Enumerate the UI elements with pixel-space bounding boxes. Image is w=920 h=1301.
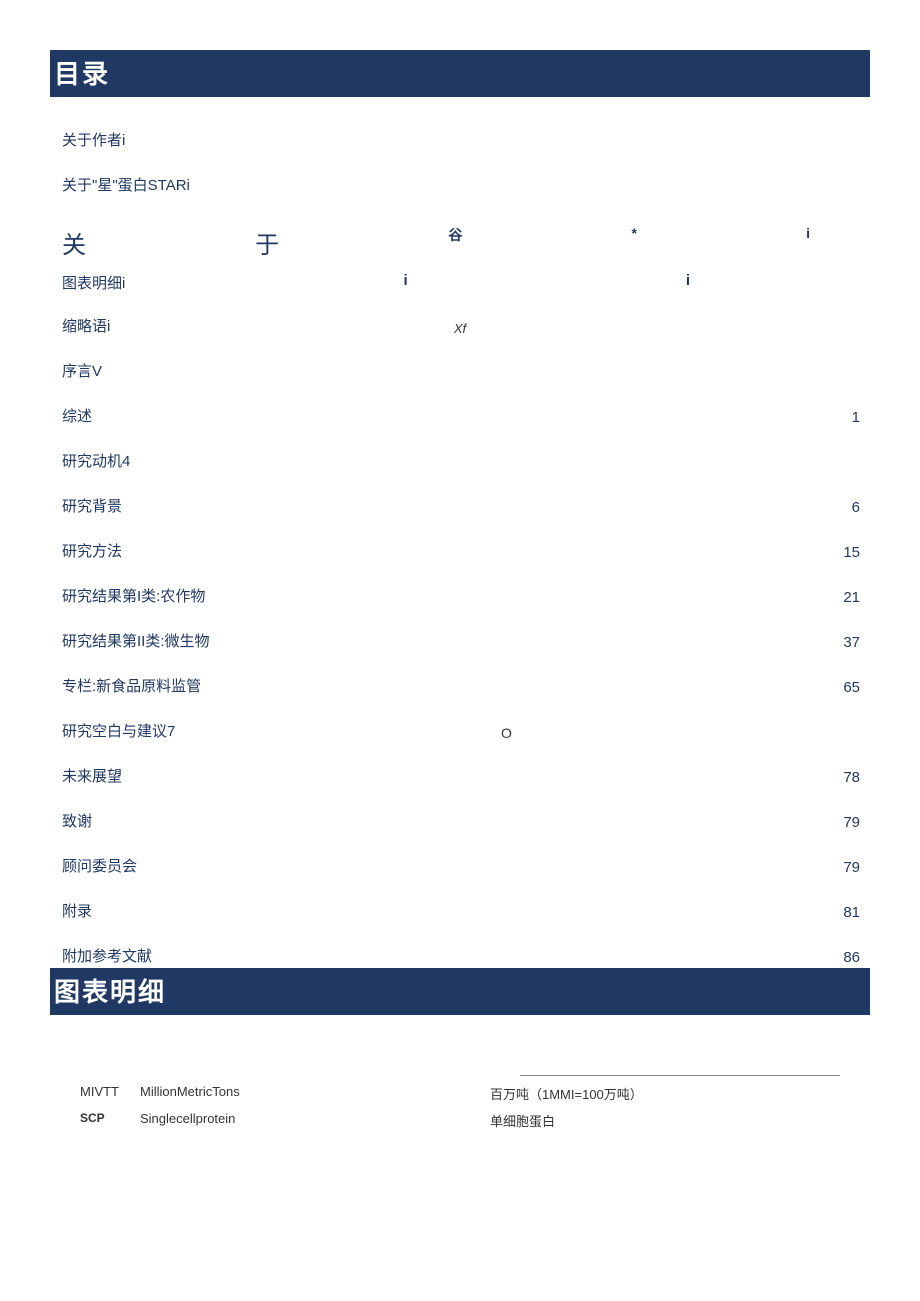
term-zh: 百万吨（1MMI=100万吨） [480, 1084, 850, 1103]
toc-page: 79 [843, 814, 860, 831]
terms-block: MIVTT MillionMetricTons 百万吨（1MMI=100万吨） … [50, 1035, 870, 1134]
toc-item-methods: 研究方法 15 [50, 528, 870, 573]
special-char: 于 [255, 225, 279, 260]
toc-item-column: 专栏:新食品原料监管 65 [50, 663, 870, 708]
toc-item-board: 顾问委员会 79 [50, 843, 870, 888]
toc-item-star: 关于"星"蛋白STARi [50, 162, 870, 207]
toc-block: 关于作者i 关于"星"蛋白STARi 关 于 谷 * i 图表明细i i i 缩… [50, 117, 870, 968]
toc-label: 致谢 [62, 810, 92, 831]
toc-label: 研究动机4 [62, 450, 130, 471]
toc-label: 序言V [62, 360, 102, 381]
toc-item-overview: 综述 1 [50, 393, 870, 438]
toc-label: 关于"星"蛋白STARi [62, 174, 190, 195]
toc-label: 附录 [62, 900, 92, 921]
document-page: 目录 关于作者i 关于"星"蛋白STARi 关 于 谷 * i 图表明细i i … [0, 0, 920, 1174]
toc-label: 综述 [62, 405, 92, 426]
toc-label: 未来展望 [62, 765, 122, 786]
term-row: SCP Singlecellprotein 单细胞蛋白 [80, 1107, 850, 1134]
toc-item-background: 研究背景 6 [50, 483, 870, 528]
toc-page: 65 [843, 679, 860, 696]
circle-marker: O [501, 725, 512, 741]
toc-item-abbr: 缩略语i Xf [50, 303, 870, 348]
marker: i [404, 272, 408, 293]
term-abbr: MIVTT [80, 1084, 140, 1099]
marker: i [686, 272, 690, 293]
toc-label: 顾问委员会 [62, 855, 137, 876]
toc-page: 15 [843, 544, 860, 561]
divider [520, 1075, 840, 1076]
toc-page: 78 [843, 769, 860, 786]
toc-item-appendix: 附录 81 [50, 888, 870, 933]
term-zh: 单细胞蛋白 [480, 1111, 850, 1130]
toc-page: 81 [843, 904, 860, 921]
toc-item-thanks: 致谢 79 [50, 798, 870, 843]
figures-header: 图表明细 [50, 968, 870, 1015]
toc-special-row: 关 于 谷 * i [50, 207, 870, 278]
toc-label: 研究背景 [62, 495, 122, 516]
toc-item-motivation: 研究动机4 [50, 438, 870, 483]
toc-label: 研究结果第I类:农作物 [62, 585, 205, 606]
toc-sub-special: 图表明细i i i [50, 272, 870, 293]
special-char: i [806, 225, 810, 260]
toc-label: 图表明细i [62, 272, 125, 293]
toc-label: 关于作者i [62, 129, 125, 150]
special-char: 谷 [448, 225, 462, 260]
special-char: * [631, 225, 636, 260]
toc-page: 1 [852, 409, 860, 426]
xf-marker: Xf [454, 321, 466, 336]
toc-label: 研究结果第II类:微生物 [62, 630, 210, 651]
toc-label: 研究方法 [62, 540, 122, 561]
special-char: 关 [62, 225, 86, 260]
toc-item-gaps: 研究空白与建议7 O [50, 708, 870, 753]
toc-page: 6 [852, 499, 860, 516]
toc-header: 目录 [50, 50, 870, 97]
toc-item-outlook: 未来展望 78 [50, 753, 870, 798]
toc-page: 21 [843, 589, 860, 606]
toc-item-preface: 序言V [50, 348, 870, 393]
toc-label: 研究空白与建议7 [62, 720, 175, 741]
toc-item-results2: 研究结果第II类:微生物 37 [50, 618, 870, 663]
toc-label: 专栏:新食品原料监管 [62, 675, 201, 696]
toc-item-results1: 研究结果第I类:农作物 21 [50, 573, 870, 618]
toc-label: 缩略语i [62, 315, 110, 336]
toc-item-author: 关于作者i [50, 117, 870, 162]
toc-page: 37 [843, 634, 860, 651]
toc-page: 79 [843, 859, 860, 876]
term-en: MillionMetricTons [140, 1084, 480, 1099]
term-en: Singlecellprotein [140, 1111, 480, 1126]
toc-item-refs: 附加参考文献 86 [50, 933, 870, 968]
term-abbr: SCP [80, 1111, 140, 1125]
toc-page: 86 [843, 949, 860, 966]
term-row: MIVTT MillionMetricTons 百万吨（1MMI=100万吨） [80, 1080, 850, 1107]
toc-label: 附加参考文献 [62, 945, 152, 966]
